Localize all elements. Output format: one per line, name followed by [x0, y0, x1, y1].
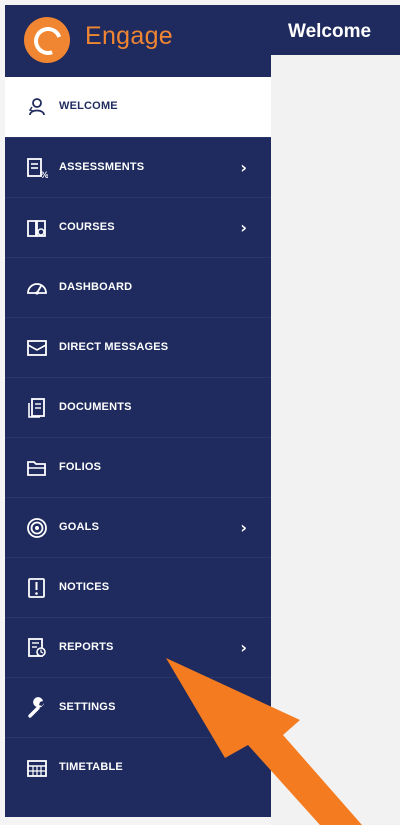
- sidebar-menu: WELCOME % ASSESSMENTS ›: [5, 77, 271, 797]
- calendar-grid-icon: [25, 756, 49, 780]
- sidebar-item-goals[interactable]: GOALS ›: [5, 497, 271, 557]
- target-icon: [25, 516, 49, 540]
- sidebar: Engage WELCOME ASSESSMENTS › COURSES › D…: [5, 5, 271, 817]
- brand-name: Engage: [85, 22, 173, 50]
- sidebar-item-label: DOCUMENTS: [59, 401, 132, 413]
- sidebar-item-label: REPORTS: [59, 641, 114, 653]
- sidebar-item-settings[interactable]: SETTINGS: [5, 677, 271, 737]
- page-title: Welcome: [288, 21, 372, 42]
- sidebar-item-courses[interactable]: COURSES ›: [5, 197, 271, 257]
- sidebar-item-welcome[interactable]: WELCOME: [5, 77, 271, 137]
- sidebar-item-label: GOALS: [59, 521, 100, 533]
- wrench-icon: [25, 696, 49, 720]
- main-content: [271, 55, 400, 825]
- sidebar-item-label: SETTINGS: [59, 701, 116, 713]
- welcome-icon: [25, 95, 49, 119]
- message-icon: [25, 336, 49, 360]
- page-header: Welcome: [271, 5, 400, 55]
- folder-icon: [25, 456, 49, 480]
- sidebar-item-timetable[interactable]: TIMETABLE: [5, 737, 271, 797]
- chevron-right-icon[interactable]: ›: [240, 158, 247, 177]
- sidebar-item-dashboard[interactable]: DASHBOARD: [5, 257, 271, 317]
- reports-icon: [25, 636, 49, 660]
- brand-header[interactable]: Engage: [5, 5, 271, 72]
- sidebar-item-label: FOLIOS: [59, 461, 102, 473]
- sidebar-item-folios[interactable]: FOLIOS: [5, 437, 271, 497]
- sidebar-item-reports[interactable]: REPORTS ›: [5, 617, 271, 677]
- sidebar-item-label: TIMETABLE: [59, 761, 123, 773]
- documents-icon: [25, 396, 49, 420]
- sidebar-item-label: NOTICES: [59, 581, 110, 593]
- app-frame: Engage WELCOME ASSESSMENTS › COURSES › D…: [0, 0, 400, 825]
- dashboard-gauge-icon: [25, 276, 49, 300]
- sidebar-item-direct-messages[interactable]: DIRECT MESSAGES: [5, 317, 271, 377]
- sidebar-item-label: WELCOME: [59, 100, 118, 112]
- chevron-right-icon[interactable]: ›: [240, 218, 247, 237]
- sidebar-item-notices[interactable]: NOTICES: [5, 557, 271, 617]
- chevron-right-icon[interactable]: ›: [240, 518, 247, 537]
- chevron-right-icon[interactable]: ›: [240, 638, 247, 657]
- sidebar-item-label: ASSESSMENTS: [59, 161, 145, 173]
- engage-logo-icon: [24, 17, 70, 63]
- svg-text:%: %: [40, 171, 48, 179]
- sidebar-item-assessments[interactable]: % ASSESSMENTS ›: [5, 137, 271, 197]
- sidebar-item-label: COURSES: [59, 221, 115, 233]
- sidebar-item-label: DASHBOARD: [59, 281, 133, 293]
- notice-icon: [25, 576, 49, 600]
- sidebar-item-label: DIRECT MESSAGES: [59, 341, 169, 353]
- assessments-icon: %: [25, 156, 49, 180]
- sidebar-item-documents[interactable]: DOCUMENTS: [5, 377, 271, 437]
- book-icon: [25, 216, 49, 240]
